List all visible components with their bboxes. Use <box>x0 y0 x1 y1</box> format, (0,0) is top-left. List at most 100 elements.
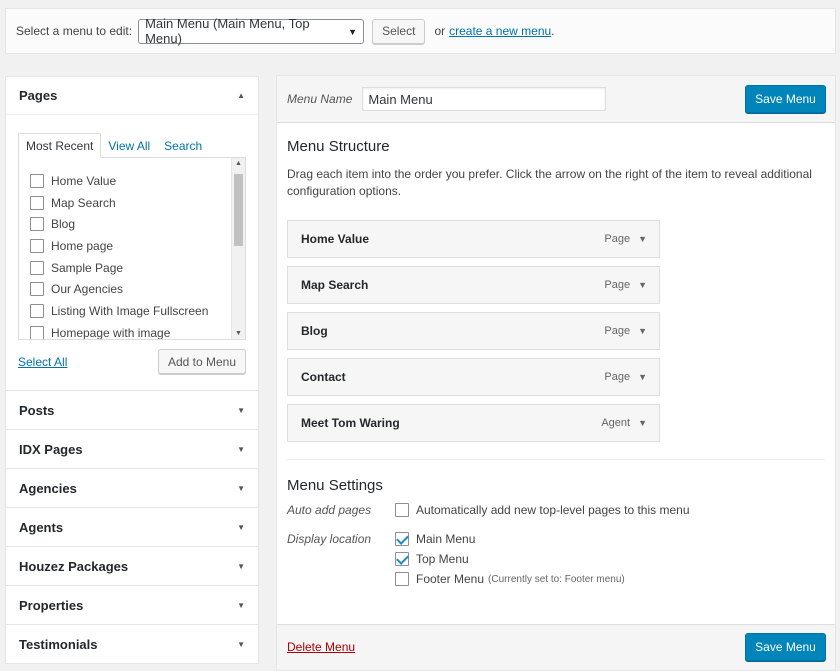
footer-menu-checkbox[interactable] <box>395 572 409 586</box>
pages-panel: Pages ▲ Most Recent View All Search Home… <box>5 76 259 391</box>
add-to-menu-button[interactable]: Add to Menu <box>157 349 246 374</box>
panel-title: Agencies <box>19 480 77 496</box>
location-option-main-menu[interactable]: Main Menu <box>395 531 625 547</box>
panel-title: IDX Pages <box>19 441 83 457</box>
checkbox[interactable] <box>30 260 44 275</box>
menu-item[interactable]: Map Search Page ▼ <box>287 266 660 304</box>
menu-editor-footer: Delete Menu Save Menu <box>277 624 835 670</box>
main-menu-checkbox[interactable] <box>395 532 409 546</box>
caret-up-icon: ▲ <box>237 91 245 100</box>
auto-add-label: Auto add pages <box>287 503 372 517</box>
list-item[interactable]: Listing With Image Fullscreen <box>19 300 245 322</box>
location-label: Footer Menu <box>416 572 485 586</box>
menu-items-list: Home Value Page ▼ Map Search Page ▼ Blog Page… <box>287 220 835 442</box>
pages-tabs: Most Recent View All Search <box>18 133 246 158</box>
list-item[interactable]: Blog <box>19 213 245 235</box>
list-item[interactable]: Map Search <box>19 192 245 214</box>
list-item-label: Blog <box>51 217 76 232</box>
expand-arrow-icon[interactable]: ▼ <box>638 280 647 290</box>
caret-down-icon: ▼ <box>237 522 245 532</box>
expand-arrow-icon[interactable]: ▼ <box>638 418 647 428</box>
list-item[interactable]: Sample Page <box>19 257 245 279</box>
menu-item-type: Page <box>604 233 631 245</box>
pages-panel-title: Pages <box>19 88 58 103</box>
list-item[interactable]: Our Agencies <box>19 278 245 300</box>
expand-arrow-icon[interactable]: ▼ <box>638 372 647 382</box>
panel-title: Houzez Packages <box>19 558 129 574</box>
menu-item-type: Page <box>604 279 631 291</box>
or-text: or <box>434 24 446 38</box>
scroll-down-icon[interactable]: ▼ <box>235 330 242 337</box>
checkbox[interactable] <box>30 238 44 253</box>
tab-view-all[interactable]: View All <box>101 133 157 158</box>
menu-editor-header: Menu Name Main Menu Save Menu <box>277 76 835 123</box>
menu-item-type: Page <box>604 325 631 337</box>
idx-pages-panel[interactable]: IDX Pages ▼ <box>5 430 259 469</box>
checkbox[interactable] <box>30 282 44 297</box>
checkbox[interactable] <box>30 325 44 339</box>
save-menu-button-bottom[interactable]: Save Menu <box>745 633 826 661</box>
menu-item[interactable]: Blog Page ▼ <box>287 312 660 350</box>
select-button[interactable]: Select <box>372 18 426 44</box>
menu-item-title: Home Value <box>301 232 370 246</box>
select-menu-label: Select a menu to edit: <box>16 24 133 38</box>
menu-name-input[interactable]: Main Menu <box>362 87 607 111</box>
menu-item-title: Meet Tom Waring <box>301 416 400 430</box>
scroll-up-icon[interactable]: ▲ <box>235 160 242 167</box>
auto-add-checkbox[interactable] <box>395 503 409 517</box>
menu-item-type: Page <box>604 371 631 383</box>
menu-item[interactable]: Contact Page ▼ <box>287 358 660 396</box>
scrollbar-thumb[interactable] <box>234 174 243 246</box>
tab-most-recent[interactable]: Most Recent <box>18 133 102 158</box>
list-item-label: Sample Page <box>51 260 124 275</box>
testimonials-panel[interactable]: Testimonials ▼ <box>5 625 259 664</box>
agents-panel[interactable]: Agents ▼ <box>5 508 259 547</box>
checkbox[interactable] <box>30 217 44 232</box>
list-item-label: Home Value <box>51 173 117 188</box>
menu-structure-description: Drag each item into the order you prefer… <box>287 167 812 198</box>
expand-arrow-icon[interactable]: ▼ <box>638 234 647 244</box>
caret-down-icon: ▼ <box>237 639 245 649</box>
list-item-label: Map Search <box>51 195 116 210</box>
auto-add-row: Auto add pages Automatically add new top… <box>287 502 835 518</box>
menu-item[interactable]: Home Value Page ▼ <box>287 220 660 258</box>
pages-panel-header[interactable]: Pages ▲ <box>6 77 258 115</box>
save-menu-button-top[interactable]: Save Menu <box>745 85 826 113</box>
menu-item-title: Map Search <box>301 278 369 292</box>
checkbox[interactable] <box>30 173 44 188</box>
list-item[interactable]: Home Value <box>19 170 245 192</box>
top-menu-checkbox[interactable] <box>395 552 409 566</box>
menu-settings-title: Menu Settings <box>287 477 383 494</box>
checkbox[interactable] <box>30 303 44 318</box>
panel-title: Agents <box>19 519 64 535</box>
menu-name-label: Menu Name <box>287 92 353 106</box>
create-new-menu-link[interactable]: create a new menu <box>449 24 551 38</box>
location-option-top-menu[interactable]: Top Menu <box>395 551 625 567</box>
list-item[interactable]: Home page <box>19 235 245 257</box>
select-all-link[interactable]: Select All <box>18 355 67 369</box>
properties-panel[interactable]: Properties ▼ <box>5 586 259 625</box>
auto-add-option[interactable]: Automatically add new top-level pages to… <box>395 502 690 518</box>
tab-search[interactable]: Search <box>157 133 209 158</box>
list-item[interactable]: Homepage with image <box>19 322 245 340</box>
panel-title: Testimonials <box>19 636 98 652</box>
period-text: . <box>551 24 555 38</box>
pages-checklist[interactable]: Home Value Map Search Blog Home page Sam… <box>18 157 246 340</box>
location-note: (Currently set to: Footer menu) <box>488 573 625 585</box>
agencies-panel[interactable]: Agencies ▼ <box>5 469 259 508</box>
posts-panel[interactable]: Posts ▼ <box>5 391 259 430</box>
houzez-packages-panel[interactable]: Houzez Packages ▼ <box>5 547 259 586</box>
delete-menu-link[interactable]: Delete Menu <box>287 640 355 654</box>
menu-item[interactable]: Meet Tom Waring Agent ▼ <box>287 404 660 442</box>
list-item-label: Listing With Image Fullscreen <box>51 303 209 318</box>
menu-select-dropdown[interactable]: Main Menu (Main Menu, Top Menu) ▼ <box>138 16 365 46</box>
pages-panel-body: Most Recent View All Search Home Value M… <box>6 115 258 390</box>
list-item-label: Homepage with image <box>51 325 171 340</box>
location-option-footer-menu[interactable]: Footer Menu (Currently set to: Footer men… <box>395 571 625 587</box>
checkbox[interactable] <box>30 195 44 210</box>
menu-item-title: Blog <box>301 324 328 338</box>
dropdown-arrow-icon: ▼ <box>348 26 358 37</box>
pages-scrollbar[interactable]: ▲ ▼ <box>231 158 245 339</box>
expand-arrow-icon[interactable]: ▼ <box>638 326 647 336</box>
caret-down-icon: ▼ <box>237 444 245 454</box>
